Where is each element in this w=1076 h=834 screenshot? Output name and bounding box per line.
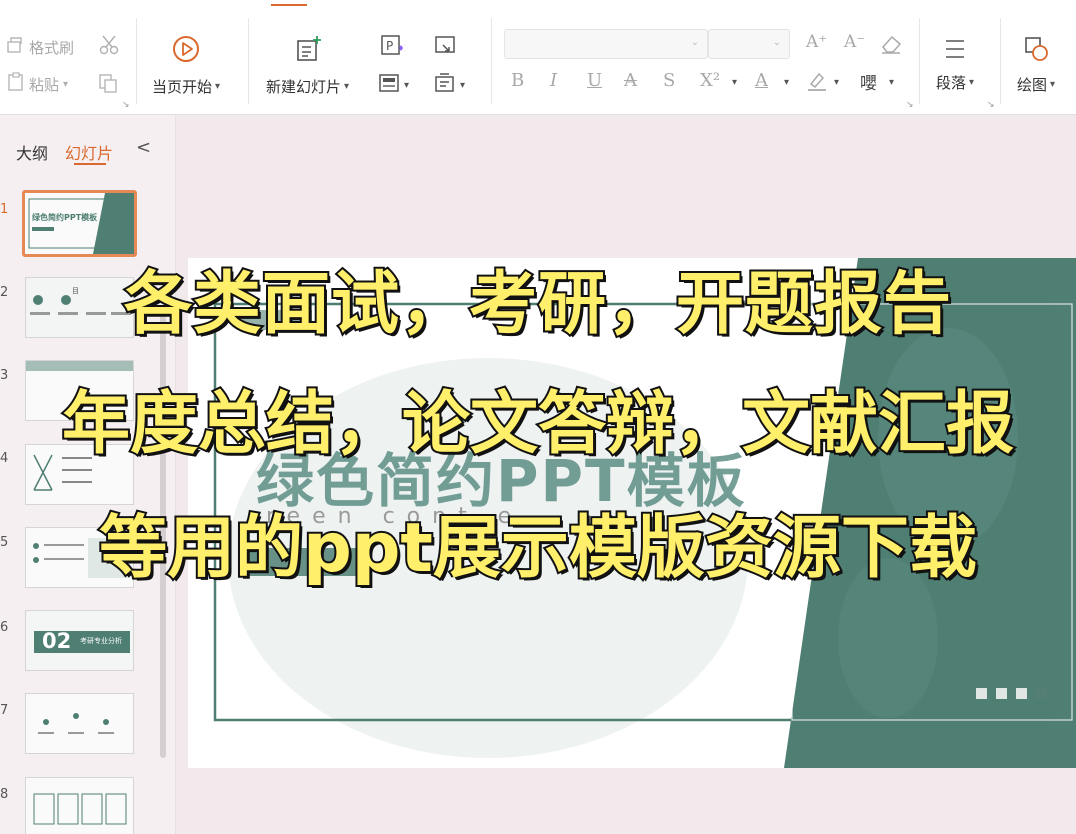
font-more-icon[interactable]: ↘ xyxy=(906,100,914,110)
italic-button[interactable]: I xyxy=(550,70,557,91)
drawing-icon xyxy=(1021,34,1051,68)
chevron-down-icon: ▾ xyxy=(215,81,221,92)
paragraph-icon xyxy=(942,36,968,66)
thumbnail-number: 02 xyxy=(42,629,72,653)
tab-active-underline xyxy=(74,163,106,165)
format-painter-label: 格式刷 xyxy=(29,38,75,57)
collapse-panel-icon[interactable]: < xyxy=(136,137,151,158)
underline-button[interactable]: U xyxy=(587,70,602,91)
slide-thumbnail[interactable] xyxy=(25,777,134,834)
superscript-button[interactable]: X² xyxy=(700,70,720,91)
ppt-layout-icon: P xyxy=(380,34,404,62)
font-family-select[interactable]: ⌄ xyxy=(504,29,708,59)
overlay-caption-line2: 年度总结，论文答辩，文献汇报 xyxy=(60,383,1016,466)
font-color-button[interactable]: A xyxy=(755,70,768,91)
bold-button[interactable]: B xyxy=(511,70,524,91)
copy-button[interactable] xyxy=(97,72,119,98)
svg-text:P: P xyxy=(386,39,393,53)
layout-button[interactable]: ▾ xyxy=(378,72,409,98)
paste-dropdown-icon[interactable]: ▾ xyxy=(63,79,68,90)
thumbnail-title: 绿色简约PPT模板 xyxy=(32,213,98,222)
reset-slide-icon xyxy=(434,34,458,62)
chevron-down-icon: ▾ xyxy=(404,79,410,91)
drawing-label: 绘图 xyxy=(1017,76,1048,94)
group-divider xyxy=(1000,18,1001,104)
strikethrough-button[interactable]: A xyxy=(624,70,637,91)
slide-number: 8 xyxy=(0,787,9,802)
thumbnail-preview xyxy=(33,793,127,825)
paste-button[interactable]: 粘贴 ▾ xyxy=(6,72,68,96)
chevron-down-icon: ▾ xyxy=(1050,79,1056,90)
shadow-text-button[interactable]: S xyxy=(663,70,675,91)
section-button[interactable]: ▾ xyxy=(434,72,465,98)
svg-text:嚶: 嚶 xyxy=(860,74,877,94)
chevron-down-icon: ▾ xyxy=(834,77,840,88)
phonetic-guide-icon[interactable]: 嚶 xyxy=(859,70,883,98)
thumbnail-title: 考研专业分析 xyxy=(80,637,122,645)
decrease-font-icon[interactable]: A⁻ xyxy=(844,32,865,52)
chevron-down-icon: ▾ xyxy=(889,77,895,88)
copy-icon xyxy=(97,72,119,98)
tab-outline[interactable]: 大纲 xyxy=(16,140,48,164)
thumbnail-preview xyxy=(28,193,134,254)
chevron-down-icon: ▾ xyxy=(969,77,975,88)
format-painter-icon xyxy=(6,36,26,58)
play-icon xyxy=(171,34,201,68)
chevron-down-icon: ▾ xyxy=(732,77,738,88)
slide-reset-button[interactable] xyxy=(434,34,458,62)
ribbon-toolbar: 格式刷 粘贴 ▾ ↘ 当页开始 ▾ 新建幻灯片 ▾ P ▾ ▾ ⌄ ⌄ A⁺ A… xyxy=(0,0,1076,115)
start-from-current-label: 当页开始 xyxy=(152,78,213,96)
paragraph-label: 段落 xyxy=(936,74,967,92)
slide-number: 7 xyxy=(0,703,9,718)
slide-layout-p-button[interactable]: P xyxy=(380,34,404,62)
slide-thumbnail[interactable]: 02 考研专业分析 xyxy=(25,610,134,671)
scissors-icon xyxy=(98,34,120,60)
overlay-caption-line3: 等用的ppt展示模版资源下载 xyxy=(97,507,979,590)
chevron-down-icon: ▾ xyxy=(460,79,466,91)
paragraph-more-icon[interactable]: ↘ xyxy=(987,100,995,110)
new-slide-button[interactable]: 新建幻灯片 ▾ xyxy=(266,34,349,97)
paragraph-button[interactable]: 段落 ▾ xyxy=(936,36,974,93)
paste-icon xyxy=(6,72,26,96)
slide-navigation-panel: 大纲 幻灯片 < 1 2 3 4 5 6 7 8 绿色简约PPT模板 目 02 … xyxy=(0,115,176,834)
overlay-caption-line1: 各类面试，考研，开题报告 xyxy=(122,263,953,346)
drawing-button[interactable]: 绘图 ▾ xyxy=(1017,34,1055,95)
thumbnail-preview xyxy=(38,713,114,734)
chevron-down-icon: ⌄ xyxy=(772,37,781,48)
group-divider xyxy=(491,18,492,104)
paste-label: 粘贴 xyxy=(29,75,60,94)
layout-icon xyxy=(378,72,400,98)
group-divider xyxy=(248,18,249,104)
active-tab-indicator xyxy=(271,0,307,6)
chevron-down-icon: ▾ xyxy=(344,81,350,92)
start-from-current-button[interactable]: 当页开始 ▾ xyxy=(152,34,220,97)
slide-number: 6 xyxy=(0,620,9,635)
highlight-icon[interactable] xyxy=(805,70,829,96)
increase-font-icon[interactable]: A⁺ xyxy=(806,32,827,52)
chevron-down-icon: ⌄ xyxy=(690,37,699,48)
group-divider xyxy=(136,18,137,104)
tab-slides[interactable]: 幻灯片 xyxy=(65,140,113,164)
font-size-select[interactable]: ⌄ xyxy=(708,29,790,59)
eraser-icon[interactable] xyxy=(879,34,903,58)
cut-button[interactable] xyxy=(98,34,120,60)
chevron-down-icon: ▾ xyxy=(784,77,790,88)
slide-thumbnail[interactable] xyxy=(25,693,134,754)
new-slide-label: 新建幻灯片 xyxy=(266,78,342,96)
format-painter-button[interactable]: 格式刷 xyxy=(6,36,74,58)
slide-number: 1 xyxy=(0,202,9,217)
new-slide-icon xyxy=(293,34,323,68)
group-divider xyxy=(919,18,920,104)
slide-thumbnail[interactable]: 绿色简约PPT模板 xyxy=(22,190,137,257)
section-icon xyxy=(434,72,456,98)
clipboard-more-icon[interactable]: ↘ xyxy=(122,100,130,110)
